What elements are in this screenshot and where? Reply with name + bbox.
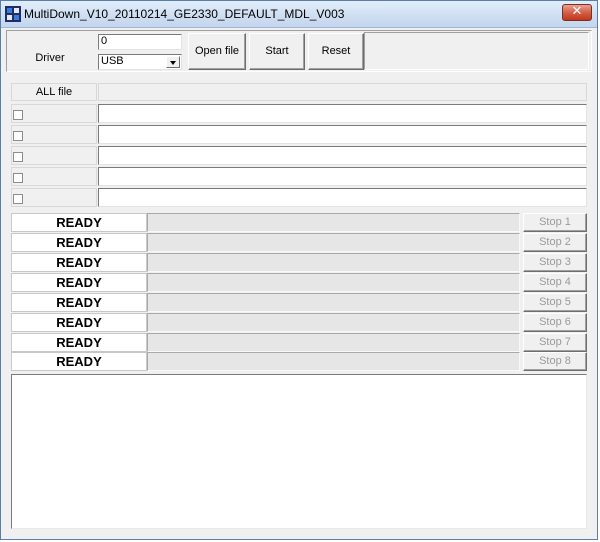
file-row-2-cell [11,125,97,144]
reset-button[interactable]: Reset [308,33,364,70]
stop-6-button[interactable]: Stop 6 [523,313,587,332]
file-row-2-path[interactable] [98,125,587,144]
log-textarea[interactable] [11,374,587,529]
port-3-status: READY [11,253,147,272]
driver-select[interactable]: USB [98,54,182,70]
stop-5-button[interactable]: Stop 5 [523,293,587,312]
stop-7-button[interactable]: Stop 7 [523,333,587,352]
port-7-progress [147,333,520,352]
title-bar[interactable]: MultiDown_V10_20110214_GE2330_DEFAULT_MD… [1,1,597,28]
count-field[interactable]: 0 [98,34,182,50]
port-4-progress [147,273,520,292]
port-3-progress [147,253,520,272]
driver-label: Driver [9,48,91,70]
port-7-status: READY [11,333,147,352]
file-row-1-cell [11,104,97,123]
all-file-label: ALL file [11,83,97,101]
file-row-5-path[interactable] [98,188,587,207]
port-6-progress [147,313,520,332]
stop-4-button[interactable]: Stop 4 [523,273,587,292]
app-window: MultiDown_V10_20110214_GE2330_DEFAULT_MD… [0,0,598,540]
file-row-3-path[interactable] [98,146,587,165]
file-row-5-cell [11,188,97,207]
open-file-button[interactable]: Open file [188,33,246,70]
chevron-down-icon[interactable] [166,56,180,68]
all-file-path [98,83,587,101]
port-4-status: READY [11,273,147,292]
port-8-progress [147,352,520,371]
port-2-progress [147,233,520,252]
stop-3-button[interactable]: Stop 3 [523,253,587,272]
file-row-4-path[interactable] [98,167,587,186]
stop-8-button[interactable]: Stop 8 [523,352,587,371]
start-button[interactable]: Start [249,33,305,70]
file-row-4-checkbox[interactable] [13,173,23,183]
port-2-status: READY [11,233,147,252]
file-row-5-checkbox[interactable] [13,194,23,204]
port-8-status: READY [11,352,147,371]
info-panel [364,32,589,70]
close-icon: ✕ [571,4,583,19]
port-5-progress [147,293,520,312]
file-row-4-cell [11,167,97,186]
file-row-2-checkbox[interactable] [13,131,23,141]
stop-1-button[interactable]: Stop 1 [523,213,587,232]
driver-select-value: USB [101,55,124,67]
port-1-status: READY [11,213,147,232]
file-row-3-cell [11,146,97,165]
stop-2-button[interactable]: Stop 2 [523,233,587,252]
file-row-1-path[interactable] [98,104,587,123]
window-title: MultiDown_V10_20110214_GE2330_DEFAULT_MD… [24,7,345,21]
port-1-progress [147,213,520,232]
client-area: Driver 0 USB Open file Start Reset ALL f… [6,30,592,533]
close-button[interactable]: ✕ [562,4,592,21]
file-row-1-checkbox[interactable] [13,110,23,120]
app-icon [5,6,21,22]
port-6-status: READY [11,313,147,332]
file-row-3-checkbox[interactable] [13,152,23,162]
port-5-status: READY [11,293,147,312]
